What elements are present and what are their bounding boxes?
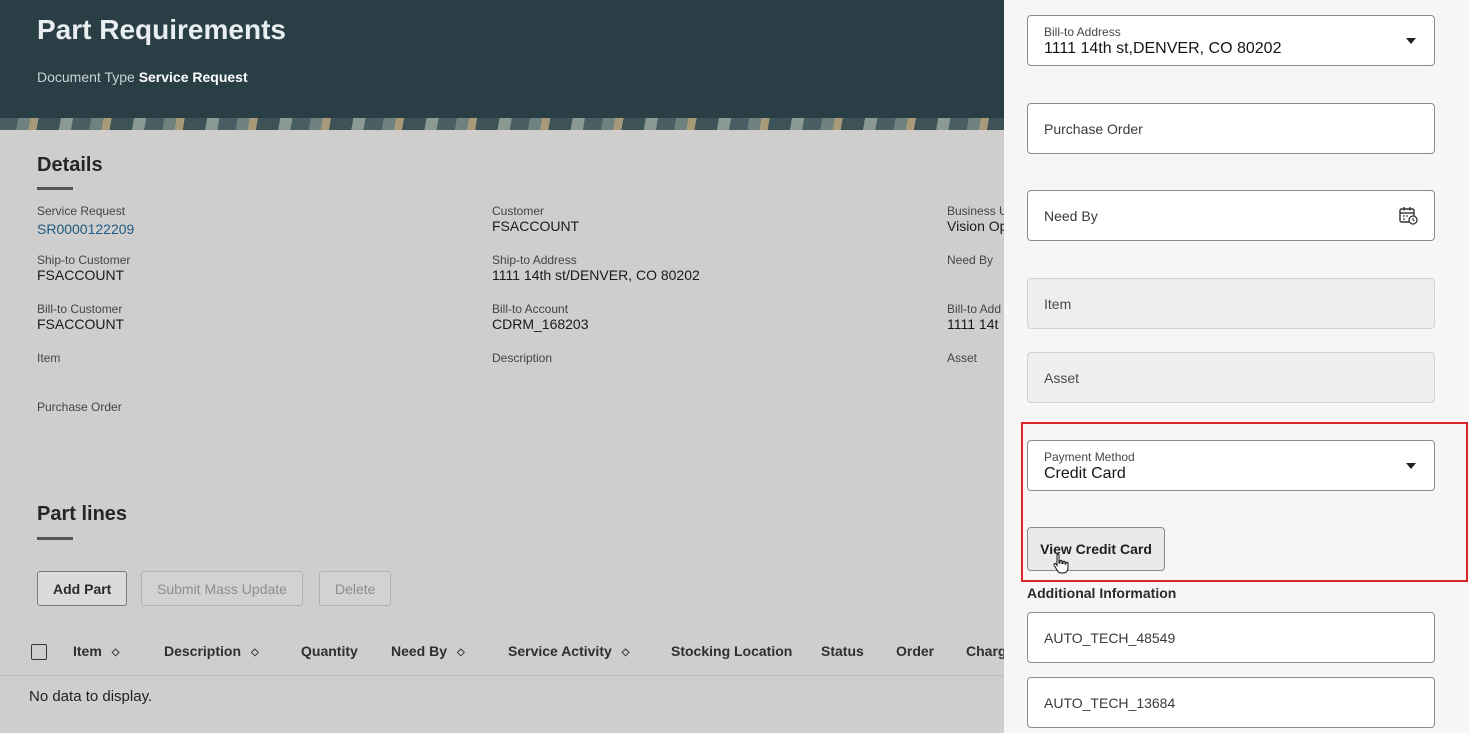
part-lines-table-header: Item ◇ Description ◇ Quantity Need By ◇ Ser… (0, 628, 1004, 676)
column-service-activity[interactable]: Service Activity ◇ (508, 643, 629, 659)
service-request-label: Service Request (37, 204, 126, 218)
bill-to-account-label: Bill-to Account (492, 302, 569, 316)
bill-to-address-label: Bill-to Add (947, 302, 1002, 316)
sort-icon: ◇ (621, 647, 630, 658)
details-underline (37, 187, 73, 190)
column-status[interactable]: Status (821, 643, 864, 659)
column-need-by[interactable]: Need By ◇ (391, 643, 465, 659)
header-decoration (0, 118, 1004, 130)
item-placeholder: Item (1044, 296, 1072, 312)
additional-info-value-1: AUTO_TECH_48549 (1044, 630, 1176, 646)
calendar-icon[interactable] (1398, 205, 1418, 225)
customer-label: Customer (492, 204, 545, 218)
select-all-checkbox[interactable] (31, 644, 47, 660)
ship-to-address-value: 1111 14th st/DENVER, CO 80202 (492, 267, 700, 283)
need-by-placeholder: Need By (1044, 208, 1098, 224)
asset-placeholder: Asset (1044, 370, 1080, 386)
hand-cursor-icon (1053, 553, 1069, 574)
item-label: Item (37, 351, 61, 365)
chevron-down-icon[interactable] (1406, 38, 1416, 44)
column-order[interactable]: Order (896, 643, 934, 659)
business-unit-value: Vision Op (947, 218, 1004, 234)
need-by-date-input[interactable]: Need By (1027, 190, 1435, 241)
ship-to-customer-value: FSACCOUNT (37, 267, 125, 283)
bill-to-address-select[interactable]: Bill-to Address 1111 14th st,DENVER, CO … (1027, 15, 1435, 66)
document-type-label: Document Type (37, 69, 135, 85)
purchase-order-label: Purchase Order (37, 400, 122, 414)
bill-to-customer-value: FSACCOUNT (37, 316, 125, 332)
need-by-label: Need By (947, 253, 994, 267)
payment-method-field-value: Credit Card (1044, 465, 1126, 482)
column-description[interactable]: Description ◇ (164, 643, 259, 659)
edit-drawer: Bill-to Address 1111 14th st,DENVER, CO … (1004, 0, 1469, 733)
customer-value: FSACCOUNT (492, 218, 580, 234)
service-request-link[interactable]: SR0000122209 (37, 221, 134, 237)
details-title: Details (37, 154, 103, 176)
bill-to-address-value: 1111 14t (947, 316, 999, 332)
sort-icon: ◇ (457, 647, 465, 658)
purchase-order-placeholder: Purchase Order (1044, 121, 1143, 137)
column-item[interactable]: Item ◇ (73, 643, 120, 659)
bill-to-customer-label: Bill-to Customer (37, 302, 123, 316)
document-type-value: Service Request (138, 69, 248, 85)
document-type: Document Type Service Request (37, 69, 248, 85)
additional-info-field-1[interactable]: AUTO_TECH_48549 (1027, 612, 1435, 663)
chevron-down-icon[interactable] (1406, 463, 1416, 469)
view-credit-card-button[interactable]: View Credit Card (1027, 527, 1165, 571)
additional-info-field-2[interactable]: AUTO_TECH_13684 (1027, 677, 1435, 728)
empty-table-message: No data to display. (29, 688, 153, 705)
business-unit-label: Business U (947, 204, 1004, 218)
item-input: Item (1027, 278, 1435, 329)
bill-to-address-field-label: Bill-to Address (1044, 25, 1121, 39)
part-lines-underline (37, 537, 73, 540)
column-charge[interactable]: Charg (966, 643, 1004, 659)
column-stocking-location[interactable]: Stocking Location (671, 643, 792, 659)
purchase-order-input[interactable]: Purchase Order (1027, 103, 1435, 154)
part-lines-title: Part lines (37, 503, 128, 525)
delete-button[interactable]: Delete (319, 571, 392, 606)
description-label: Description (492, 351, 553, 365)
sort-icon: ◇ (111, 647, 120, 658)
column-quantity[interactable]: Quantity (301, 643, 358, 659)
additional-info-value-2: AUTO_TECH_13684 (1044, 695, 1176, 711)
bill-to-account-value: CDRM_168203 (492, 316, 589, 332)
payment-method-select[interactable]: Payment Method Credit Card (1027, 440, 1435, 491)
additional-information-heading: Additional Information (1027, 585, 1177, 601)
asset-input: Asset (1027, 352, 1435, 403)
sort-icon: ◇ (251, 647, 259, 658)
payment-method-field-label: Payment Method (1044, 450, 1135, 464)
part-requirements-page: Part Requirements Document Type Service … (0, 0, 1004, 733)
page-header: Part Requirements Document Type Service … (0, 0, 1004, 118)
add-part-button[interactable]: Add Part (37, 571, 128, 606)
page-title: Part Requirements (37, 14, 286, 45)
bill-to-address-field-value: 1111 14th st,DENVER, CO 80202 (1044, 40, 1282, 57)
submit-mass-update-button[interactable]: Submit Mass Update (141, 571, 303, 606)
ship-to-address-label: Ship-to Address (492, 253, 577, 267)
asset-label: Asset (947, 351, 978, 365)
ship-to-customer-label: Ship-to Customer (37, 253, 131, 267)
